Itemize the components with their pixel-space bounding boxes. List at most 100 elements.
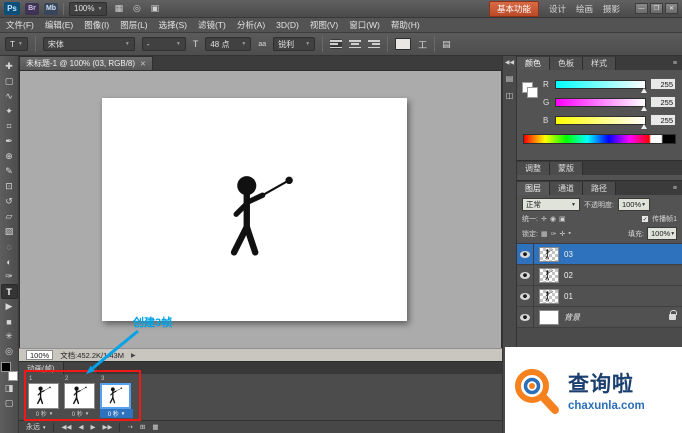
panel-tab[interactable]: [63, 362, 98, 374]
document-tab[interactable]: 未标题-1 @ 100% (03, RGB/8) ✕: [19, 56, 153, 70]
unify-style-icon[interactable]: ▣: [559, 215, 566, 223]
close-button[interactable]: ✕: [665, 3, 678, 14]
loop-select[interactable]: 永远 ▼: [26, 422, 46, 432]
next-frame-button[interactable]: ▶▶: [102, 423, 112, 431]
eye-icon[interactable]: [520, 313, 530, 321]
panel-menu-icon[interactable]: ≡: [668, 60, 682, 67]
text-color-swatch[interactable]: [395, 38, 412, 50]
hand-zoom-icon[interactable]: ◎: [130, 3, 143, 14]
blend-mode-select[interactable]: 正常 ▼: [522, 198, 580, 211]
frame-delay[interactable]: 0 秒 ▼: [64, 409, 97, 418]
close-document-icon[interactable]: ✕: [140, 60, 146, 68]
mini-color-swatches[interactable]: [522, 82, 540, 100]
frame-delay[interactable]: 0 秒 ▼: [28, 409, 61, 418]
red-slider[interactable]: [555, 79, 647, 93]
font-family-select[interactable]: 宋体 ▼: [42, 37, 135, 51]
green-value[interactable]: 255: [650, 96, 676, 108]
warp-text-icon[interactable]: 工: [418, 38, 427, 51]
tab-channels[interactable]: 通道: [550, 182, 583, 195]
slider-handle[interactable]: [641, 87, 647, 93]
history-brush-tool[interactable]: ↺: [1, 194, 18, 209]
lasso-tool[interactable]: ∿: [1, 89, 18, 104]
menu-image[interactable]: 图像(I): [84, 19, 109, 31]
tab-paths[interactable]: 路径: [583, 182, 616, 195]
frame-thumbnail[interactable]: [100, 383, 131, 409]
layer-thumbnail[interactable]: [539, 288, 559, 304]
green-slider[interactable]: [555, 97, 647, 111]
unify-position-icon[interactable]: ✛: [541, 215, 547, 223]
layer-row-01[interactable]: 01: [517, 286, 682, 307]
slider-handle[interactable]: [641, 105, 647, 111]
toggle-panels-icon[interactable]: ▤: [442, 39, 451, 50]
color-spectrum-ramp[interactable]: [523, 134, 676, 144]
menu-file[interactable]: 文件(F): [6, 19, 34, 31]
panel-icon-2[interactable]: ◫: [506, 91, 514, 100]
play-button[interactable]: ▶: [90, 423, 95, 431]
restore-button[interactable]: ❐: [650, 3, 663, 14]
eye-icon[interactable]: [520, 250, 530, 258]
menu-view[interactable]: 视图(V): [310, 19, 338, 31]
align-left-icon[interactable]: [330, 39, 343, 49]
quick-selection-tool[interactable]: ✦: [1, 104, 18, 119]
workspace-design[interactable]: 设计: [549, 3, 566, 15]
menu-help[interactable]: 帮助(H): [391, 19, 420, 31]
workspace-painting[interactable]: 绘画: [576, 3, 593, 15]
fill-field[interactable]: 100% ▼: [647, 227, 677, 240]
tab-layers[interactable]: 图层: [517, 182, 550, 195]
menu-filter[interactable]: 滤镜(T): [198, 19, 226, 31]
propagate-frame-checkbox[interactable]: ✓: [641, 215, 650, 223]
layer-name[interactable]: 01: [564, 292, 682, 301]
eyedropper-tool[interactable]: ✒: [1, 134, 18, 149]
new-frame-button[interactable]: ⊞: [140, 423, 145, 431]
animation-frame-2[interactable]: 2 0 秒 ▼: [64, 376, 97, 420]
crop-tool[interactable]: ⌗: [1, 119, 18, 134]
marquee-tool[interactable]: ▢: [1, 74, 18, 89]
blue-slider[interactable]: [555, 115, 647, 129]
dodge-tool[interactable]: ◐: [1, 254, 18, 269]
foreground-color-swatch[interactable]: [0, 362, 11, 372]
menu-window[interactable]: 窗口(W): [349, 19, 380, 31]
canvas[interactable]: [102, 98, 407, 321]
layer-row-03[interactable]: 03: [517, 244, 682, 265]
hand-tool[interactable]: ✳: [1, 329, 18, 344]
zoom-field[interactable]: 100%: [26, 350, 54, 360]
unify-visibility-icon[interactable]: ◉: [550, 215, 556, 223]
type-tool[interactable]: T: [0, 284, 18, 299]
layer-name[interactable]: 02: [564, 271, 682, 280]
anti-alias-select[interactable]: 锐利 ▼: [273, 37, 316, 51]
visibility-cell[interactable]: [517, 286, 534, 306]
animation-frame-3[interactable]: 3 0 秒 ▼: [100, 376, 133, 420]
align-center-icon[interactable]: [349, 39, 362, 49]
clone-stamp-tool[interactable]: ⊡: [1, 179, 18, 194]
arrange-documents-icon[interactable]: ▣: [148, 3, 161, 14]
tool-preset-dropdown[interactable]: T ▼: [5, 37, 28, 51]
frame-thumbnail[interactable]: [64, 383, 95, 409]
lock-position-icon[interactable]: ✛: [559, 230, 565, 238]
layer-thumbnail[interactable]: [539, 246, 559, 262]
layer-thumbnail[interactable]: [539, 267, 559, 283]
tab-masks[interactable]: 蒙版: [550, 162, 583, 175]
panel-menu-icon[interactable]: ≡: [668, 185, 682, 192]
panel-icon-1[interactable]: ▤: [506, 74, 514, 83]
shape-tool[interactable]: ■: [1, 314, 18, 329]
lock-transparent-icon[interactable]: ▦: [541, 230, 548, 238]
eraser-tool[interactable]: ▱: [1, 209, 18, 224]
visibility-cell[interactable]: [517, 244, 534, 264]
red-value[interactable]: 255: [650, 78, 676, 90]
animation-frame-1[interactable]: 1 0 秒 ▼: [28, 376, 61, 420]
pen-tool[interactable]: ✑: [1, 269, 18, 284]
workspace-essentials[interactable]: 基本功能: [488, 0, 539, 17]
foreground-background-swatches[interactable]: [0, 362, 18, 381]
menu-layer[interactable]: 图层(L): [120, 19, 147, 31]
opacity-field[interactable]: 100% ▼: [617, 198, 650, 211]
view-extras-icon[interactable]: ▦: [112, 3, 125, 14]
mini-bridge-icon[interactable]: Mb: [44, 2, 58, 15]
layer-thumbnail[interactable]: [539, 309, 559, 325]
layer-name[interactable]: 03: [564, 250, 682, 259]
visibility-cell[interactable]: [517, 265, 534, 285]
bridge-icon[interactable]: Br: [25, 2, 39, 15]
tab-adjustments[interactable]: 调整: [517, 162, 550, 175]
font-style-select[interactable]: - ▼: [141, 37, 186, 51]
previous-frame-button[interactable]: ◀: [78, 423, 83, 431]
screen-mode-icon[interactable]: ▢: [1, 396, 18, 411]
